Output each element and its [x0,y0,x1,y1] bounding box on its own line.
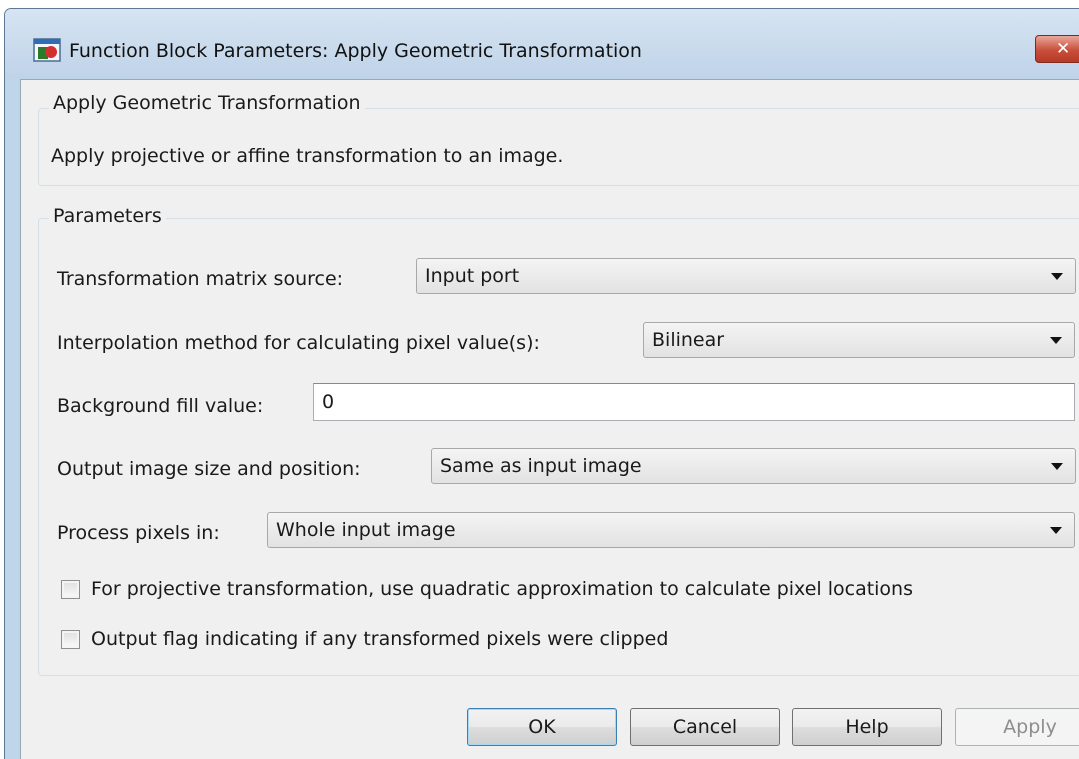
process-pixels-in-label: Process pixels in: [57,522,220,544]
close-icon: ✕ [1056,39,1071,59]
chevron-down-icon [1051,463,1063,470]
interpolation-method-select[interactable]: Bilinear [643,322,1075,358]
apply-button-label: Apply [1003,716,1057,738]
process-pixels-in-select[interactable]: Whole input image [267,512,1075,548]
ok-button-label: OK [528,716,556,738]
block-description: Apply projective or affine transformatio… [51,145,564,167]
simulink-block-icon [33,38,61,62]
output-image-size-label: Output image size and position: [57,458,361,480]
transformation-matrix-source-select[interactable]: Input port [416,258,1076,294]
chevron-down-icon [1050,527,1062,534]
chevron-down-icon [1051,273,1063,280]
dialog-content: Apply Geometric Transformation Apply pro… [20,79,1079,759]
transformation-matrix-source-label: Transformation matrix source: [57,268,344,290]
apply-button[interactable]: Apply [955,708,1079,746]
cancel-button[interactable]: Cancel [630,708,780,746]
help-button[interactable]: Help [792,708,942,746]
interpolation-method-value: Bilinear [652,329,725,351]
window-title: Function Block Parameters: Apply Geometr… [69,40,642,62]
quadratic-approximation-label[interactable]: For projective transformation, use quadr… [91,578,913,600]
quadratic-approximation-checkbox[interactable] [61,580,80,599]
parameters-group-title: Parameters [49,205,166,227]
background-fill-value-input[interactable] [313,383,1075,421]
close-button[interactable]: ✕ [1035,35,1079,63]
process-pixels-in-value: Whole input image [276,519,456,541]
output-image-size-select[interactable]: Same as input image [431,448,1076,484]
cancel-button-label: Cancel [672,716,738,738]
help-button-label: Help [845,716,889,738]
description-group-title: Apply Geometric Transformation [49,92,365,114]
chevron-down-icon [1050,337,1062,344]
dialog-window: Function Block Parameters: Apply Geometr… [4,8,1079,759]
ok-button[interactable]: OK [467,708,617,746]
output-clip-flag-checkbox[interactable] [61,630,80,649]
title-bar[interactable]: Function Block Parameters: Apply Geometr… [5,9,1079,79]
transformation-matrix-source-value: Input port [425,265,520,287]
background-fill-value-label: Background fill value: [57,395,264,417]
interpolation-method-label: Interpolation method for calculating pix… [57,332,540,354]
output-image-size-value: Same as input image [440,455,642,477]
output-clip-flag-label[interactable]: Output flag indicating if any transforme… [91,628,668,650]
